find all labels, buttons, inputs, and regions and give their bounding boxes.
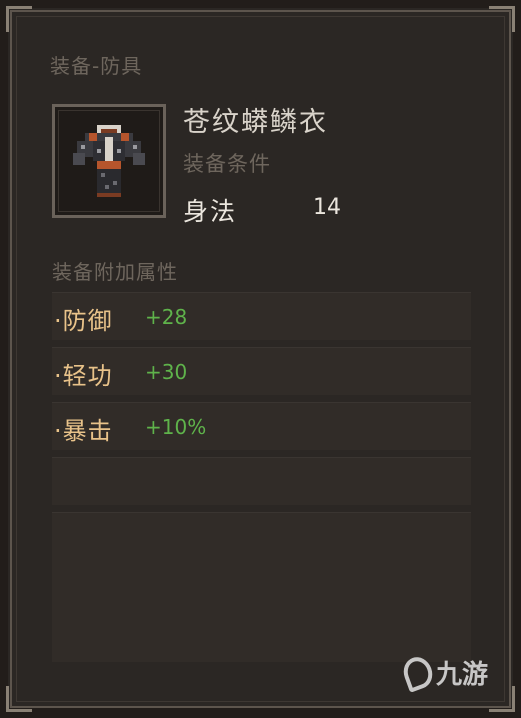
requirement-title: 装备条件: [183, 152, 271, 176]
item-name: 苍纹蟒鳞衣: [183, 107, 328, 138]
item-icon-slot: [52, 104, 166, 218]
bonus-row-crit: ·暴击 +10%: [52, 402, 471, 450]
frame-corner-ornament: [489, 686, 515, 712]
bonus-value: +30: [145, 360, 188, 384]
frame-corner-ornament: [489, 6, 515, 32]
bonus-label: ·防御: [54, 307, 113, 335]
bonus-row-agility: ·轻功 +30: [52, 347, 471, 395]
item-description-box: [52, 512, 471, 662]
frame-corner-ornament: [6, 686, 32, 712]
bonus-label: ·暴击: [54, 417, 113, 445]
bonus-label: ·轻功: [54, 362, 113, 390]
watermark-text: 九游: [436, 660, 489, 690]
site-watermark: 九游: [399, 652, 489, 693]
armor-icon: [73, 125, 145, 197]
bonus-value: +10%: [145, 415, 207, 439]
requirement-value: 14: [313, 195, 341, 220]
bonus-section-title: 装备附加属性: [52, 260, 178, 284]
bonus-row-empty: [52, 457, 471, 505]
bonus-value: +28: [145, 305, 188, 329]
watermark-logo-icon: [399, 652, 437, 693]
bonus-row-defense: ·防御 +28: [52, 292, 471, 340]
item-category: 装备-防具: [50, 54, 143, 78]
requirement-stat: 身法: [183, 197, 238, 226]
frame-corner-ornament: [6, 6, 32, 32]
